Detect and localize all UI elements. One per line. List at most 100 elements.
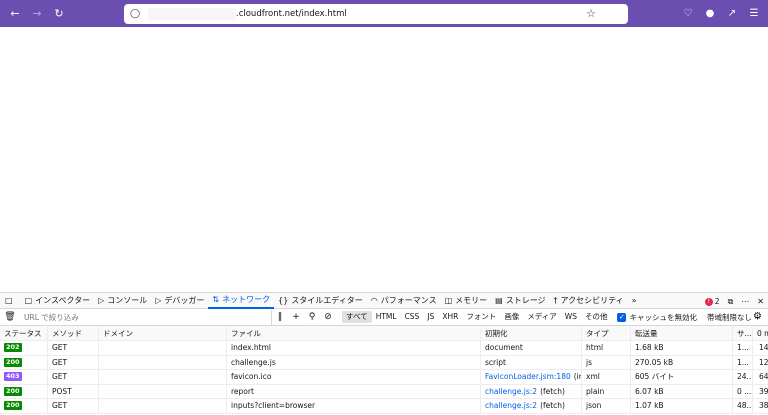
tab-console[interactable]: ▷ コンソール — [94, 293, 151, 309]
type-filter-button[interactable]: その他 — [581, 311, 612, 323]
tab-inspector[interactable]: □ インスペクター — [21, 293, 95, 309]
style-editor-icon: {} — [278, 296, 289, 305]
type-filter-button[interactable]: JS — [423, 311, 438, 323]
initiator-cell: challenge.js:2 (fetch) — [481, 399, 582, 413]
timing-label: 39 — [759, 386, 768, 396]
method-cell: GET — [48, 355, 99, 369]
transferred-cell: 270.05 kB — [631, 355, 733, 369]
pocket-icon[interactable]: ♡ — [680, 4, 696, 22]
storage-icon: ▤ — [495, 296, 503, 305]
type-filter-button[interactable]: CSS — [401, 311, 424, 323]
file-cell: report — [227, 384, 481, 398]
error-count-badge[interactable]: ! 2 — [704, 297, 720, 306]
tab-memory[interactable]: ◫ メモリー — [441, 293, 492, 309]
more-options-icon[interactable]: ⋯ — [741, 297, 749, 306]
header-domain[interactable]: ドメイン — [99, 326, 227, 340]
bookmark-star-icon[interactable]: ☆ — [586, 7, 596, 20]
tab-label: インスペクター — [35, 296, 91, 305]
devtools-right-controls: ! 2 ⧉ ⋯ ✕ — [704, 294, 764, 309]
type-filter-button[interactable]: HTML — [372, 311, 401, 323]
table-row[interactable]: 200 GET challenge.js script js 270.05 kB 1... 1… — [0, 355, 768, 370]
menu-icon[interactable]: ☰ — [746, 4, 762, 22]
file-cell: favicon.ico — [227, 370, 481, 384]
toolbar-right-group: ♡ ● ↗ ☰ — [680, 4, 762, 22]
initiator-link[interactable]: FaviconLoader.jsm:180 — [485, 372, 571, 381]
file-cell: challenge.js — [227, 355, 481, 369]
forward-arrow-icon[interactable]: → — [28, 5, 46, 23]
initiator-link[interactable]: challenge.js:2 — [485, 401, 537, 410]
initiator-link[interactable]: challenge.js:2 — [485, 387, 537, 396]
header-size[interactable]: サ... — [733, 326, 753, 340]
tab-storage[interactable]: ▤ ストレージ — [491, 293, 549, 309]
size-cell: 1... — [733, 341, 753, 355]
table-body: 202 GET index.html document html 1.68 kB 1... 1… — [0, 341, 768, 414]
initiator-link: script — [485, 357, 506, 367]
type-filter-button[interactable]: すべて — [342, 311, 372, 323]
waterfall-cell: 38 — [753, 399, 768, 413]
header-initiator[interactable]: 初期化 — [481, 326, 582, 340]
tab-label: アクセシビリティ — [560, 296, 624, 305]
pick-element-icon[interactable]: □ — [0, 293, 21, 309]
type-filter-button[interactable]: メディア — [523, 311, 560, 323]
tab-accessibility[interactable]: † アクセシビリティ — [550, 293, 628, 309]
back-arrow-icon[interactable]: ← — [6, 5, 24, 23]
initiator-cause: (img) — [573, 372, 581, 382]
search-icon[interactable]: ⚲ — [304, 312, 320, 322]
timing-label: 14 — [759, 343, 768, 353]
domain-cell — [99, 355, 227, 369]
type-filter-button[interactable]: XHR — [438, 311, 462, 323]
close-icon[interactable]: ✕ — [757, 297, 764, 306]
method-cell: POST — [48, 384, 99, 398]
clear-trash-icon[interactable]: 🗑 — [0, 312, 20, 322]
initiator-cause: (fetch) — [540, 386, 565, 396]
tab-debugger[interactable]: ▷ デバッガー — [151, 293, 208, 309]
reload-icon[interactable]: ↻ — [50, 5, 68, 23]
url-filter-input[interactable] — [20, 309, 272, 325]
extensions-icon[interactable]: ↗ — [724, 4, 740, 22]
gear-icon[interactable]: ⚙ — [753, 311, 762, 322]
shield-icon[interactable]: ◯ — [130, 9, 144, 19]
devtools-tab-list: □ インスペクター ▷ コンソール ▷ デバッガー ⇅ ネットワーク{} スタイルエディター ◠ パ… — [21, 293, 628, 309]
status-badge: 202 — [4, 343, 22, 353]
type-filter-button[interactable]: フォント — [462, 311, 500, 323]
block-icon[interactable]: ⊘ — [320, 312, 336, 322]
tab-performance[interactable]: ◠ パフォーマンス — [367, 293, 441, 309]
add-icon[interactable]: + — [288, 312, 304, 322]
type-filter-button[interactable]: 画像 — [500, 311, 523, 323]
table-row[interactable]: 403 GET favicon.ico FaviconLoader.jsm:180 (i… — [0, 370, 768, 385]
tab-style-editor[interactable]: {} スタイルエディター — [274, 293, 367, 309]
address-bar[interactable]: ◯ .cloudfront.net/index.html ☆ — [124, 4, 628, 24]
status-badge: 200 — [4, 401, 22, 411]
type-filter-button[interactable]: WS — [561, 311, 581, 323]
table-row[interactable]: 200 GET inputs?client=browser challenge.js:… — [0, 399, 768, 414]
header-transferred[interactable]: 転送量 — [631, 326, 733, 340]
size-cell: 24... — [733, 370, 753, 384]
pause-icon[interactable]: ‖ — [272, 312, 288, 322]
status-cell: 200 — [0, 355, 48, 369]
status-cell: 200 — [0, 399, 48, 413]
table-row[interactable]: 202 GET index.html document html 1.68 kB 1... 1… — [0, 341, 768, 356]
header-file[interactable]: ファイル — [227, 326, 481, 340]
type-cell: xml — [582, 370, 631, 384]
performance-icon: ◠ — [370, 296, 378, 305]
url-text: .cloudfront.net/index.html — [236, 9, 347, 19]
initiator-cause: (fetch) — [540, 401, 565, 411]
type-cell: json — [582, 399, 631, 413]
account-icon[interactable]: ● — [702, 4, 718, 22]
tab-network[interactable]: ⇅ ネットワーク — [208, 293, 275, 309]
header-status[interactable]: ステータス — [0, 326, 48, 340]
type-cell: html — [582, 341, 631, 355]
tab-label: ストレージ — [505, 296, 546, 305]
header-waterfall[interactable]: 0 ms — [753, 326, 768, 340]
header-type[interactable]: タイプ — [582, 326, 631, 340]
transferred-cell: 1.68 kB — [631, 341, 733, 355]
dock-icon[interactable]: ⧉ — [728, 297, 734, 307]
more-tabs-icon[interactable]: » — [628, 293, 641, 309]
screenshot-icon[interactable]: ▤ — [608, 4, 626, 22]
console-icon: ▷ — [98, 296, 105, 305]
file-cell: index.html — [227, 341, 481, 355]
header-method[interactable]: メソッド — [48, 326, 99, 340]
disable-cache-checkbox[interactable]: ✓ キャッシュを無効化 — [617, 312, 697, 323]
timing-label: 12 — [759, 357, 768, 367]
table-row[interactable]: 200 POST report challenge.js:2 (fetch) plain 6… — [0, 384, 768, 399]
